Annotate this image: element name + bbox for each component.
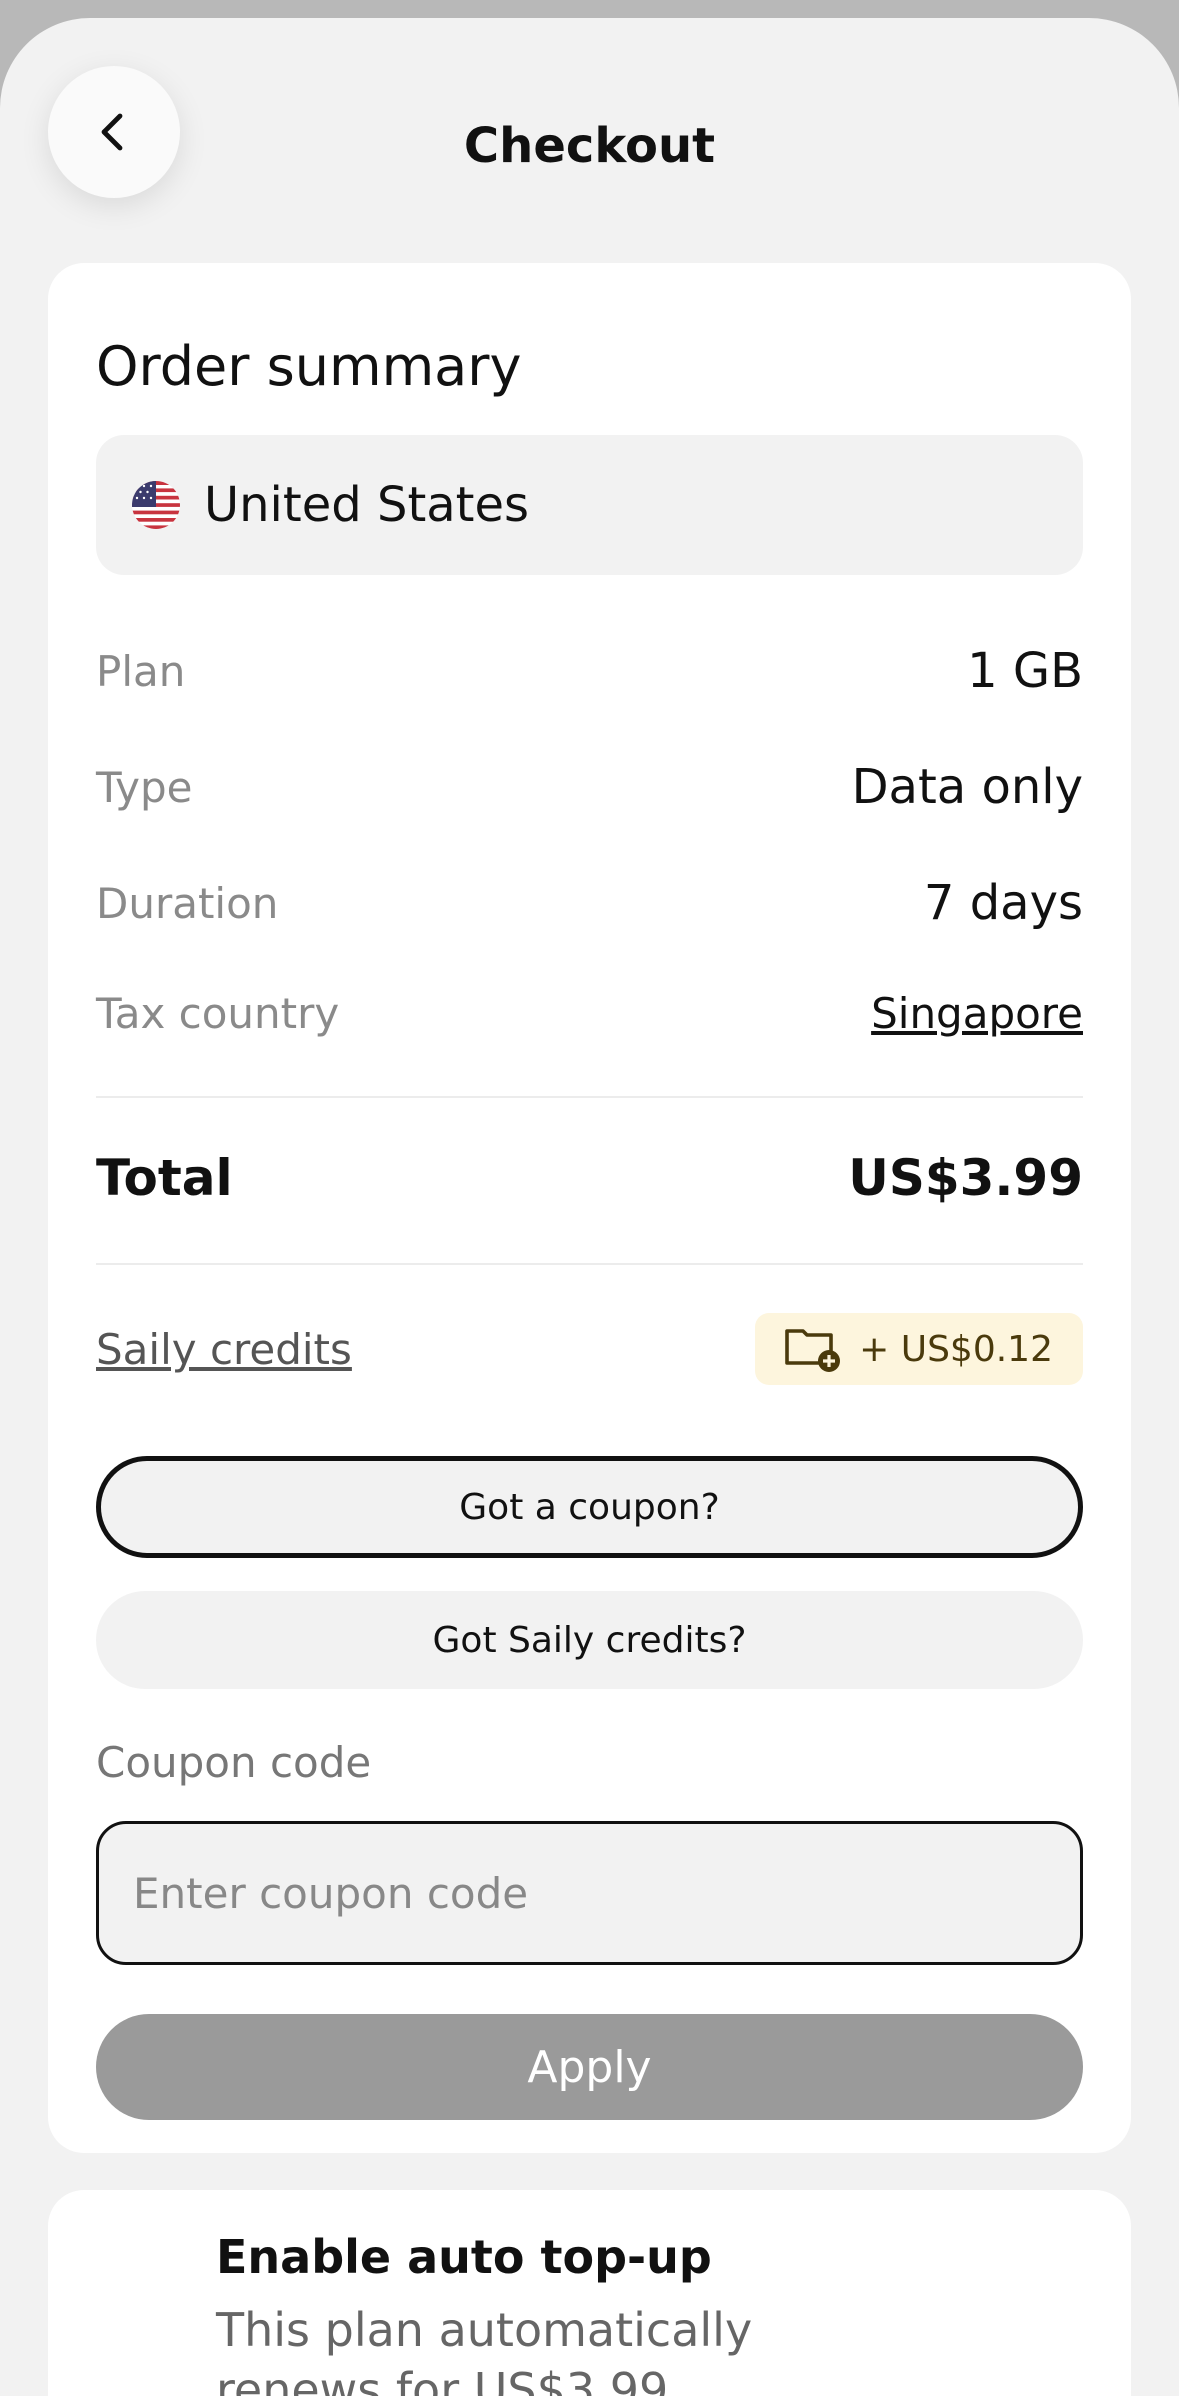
plan-row: Plan 1 GB (96, 643, 1083, 699)
tax-country-label: Tax country (96, 989, 340, 1038)
us-flag-icon (132, 481, 180, 529)
duration-label: Duration (96, 878, 279, 928)
order-summary-card: Order summary United States Plan 1 GB Ty… (48, 263, 1131, 2153)
coupon-code-label: Coupon code (96, 1738, 372, 1787)
checkout-screen: Checkout Order summary United States Pla… (0, 18, 1179, 2396)
order-summary-title: Order summary (96, 335, 522, 398)
country-name: United States (204, 477, 530, 533)
plan-label: Plan (96, 646, 186, 696)
tax-country-row: Tax country Singapore (96, 989, 1083, 1038)
divider (96, 1263, 1083, 1265)
credits-badge: + US$0.12 (755, 1313, 1083, 1385)
duration-value: 7 days (923, 875, 1083, 931)
total-row: Total US$3.99 (96, 1149, 1083, 1207)
plan-value: 1 GB (967, 643, 1083, 699)
credits-amount: + US$0.12 (859, 1328, 1053, 1370)
type-row: Type Data only (96, 759, 1083, 815)
saily-credits-link[interactable]: Saily credits (96, 1325, 352, 1374)
wallet-plus-icon (785, 1329, 841, 1372)
coupon-code-input[interactable] (96, 1821, 1083, 1965)
got-credits-button[interactable]: Got Saily credits? (96, 1591, 1083, 1689)
auto-topup-card: Enable auto top-up This plan automatical… (48, 2190, 1131, 2396)
page-title: Checkout (463, 118, 716, 174)
type-label: Type (96, 762, 193, 812)
apply-button[interactable]: Apply (96, 2014, 1083, 2120)
type-value: Data only (851, 759, 1083, 815)
country-pill: United States (96, 435, 1083, 575)
auto-topup-description: This plan automatically renews for US$3.… (216, 2303, 753, 2396)
duration-row: Duration 7 days (96, 875, 1083, 931)
total-value: US$3.99 (848, 1149, 1083, 1207)
tax-country-link[interactable]: Singapore (871, 989, 1083, 1038)
divider (96, 1096, 1083, 1098)
total-label: Total (96, 1149, 233, 1207)
auto-topup-title: Enable auto top-up (216, 2230, 712, 2284)
got-coupon-button[interactable]: Got a coupon? (96, 1456, 1083, 1558)
saily-credits-row: Saily credits + US$0.12 (96, 1313, 1083, 1385)
